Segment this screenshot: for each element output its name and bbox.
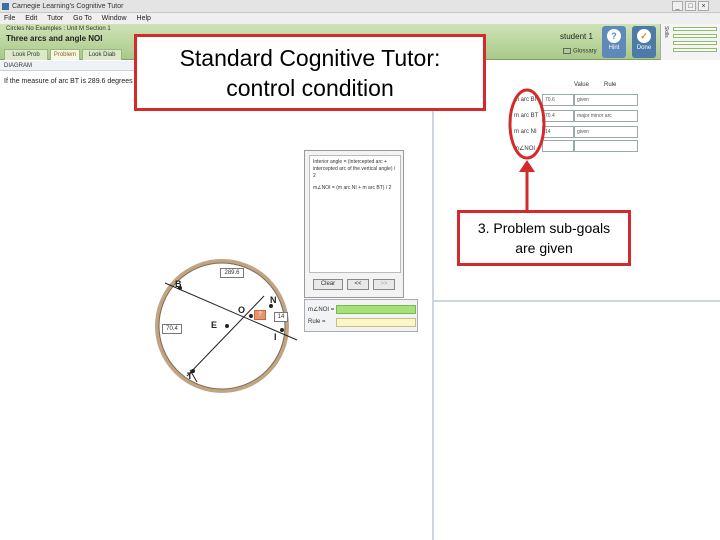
point-label-i: I <box>274 332 277 342</box>
line-n-t <box>186 295 265 377</box>
callout-line: are given <box>515 240 573 256</box>
arc-measure-left: 70.4 <box>162 324 182 334</box>
point-label-t: T <box>187 371 193 381</box>
point-e <box>225 324 229 328</box>
point-label-o: O <box>238 305 246 315</box>
point-i <box>280 328 284 332</box>
tutor-window: Carnegie Learning's Cognitive Tutor _ □ … <box>0 0 720 540</box>
highlight-ellipse <box>508 88 546 160</box>
condition-callout: Standard Cognitive Tutor: control condit… <box>134 34 486 111</box>
callout-arrow-head <box>519 160 535 172</box>
point-label-e: E <box>211 320 218 330</box>
point-label-n: N <box>270 295 277 305</box>
unknown-angle-marker[interactable]: ? <box>254 310 266 320</box>
callout-line: control condition <box>226 75 394 101</box>
point-label-b: B <box>175 279 182 289</box>
subgoals-callout: 3. Problem sub-goals are given <box>457 210 631 266</box>
callout-line: Standard Cognitive Tutor: <box>179 45 441 71</box>
arc-measure-top: 289.6 <box>220 268 244 278</box>
point-o <box>249 314 253 318</box>
callout-line: 3. Problem sub-goals <box>477 220 611 236</box>
arc-measure-right: 14 <box>274 312 288 322</box>
